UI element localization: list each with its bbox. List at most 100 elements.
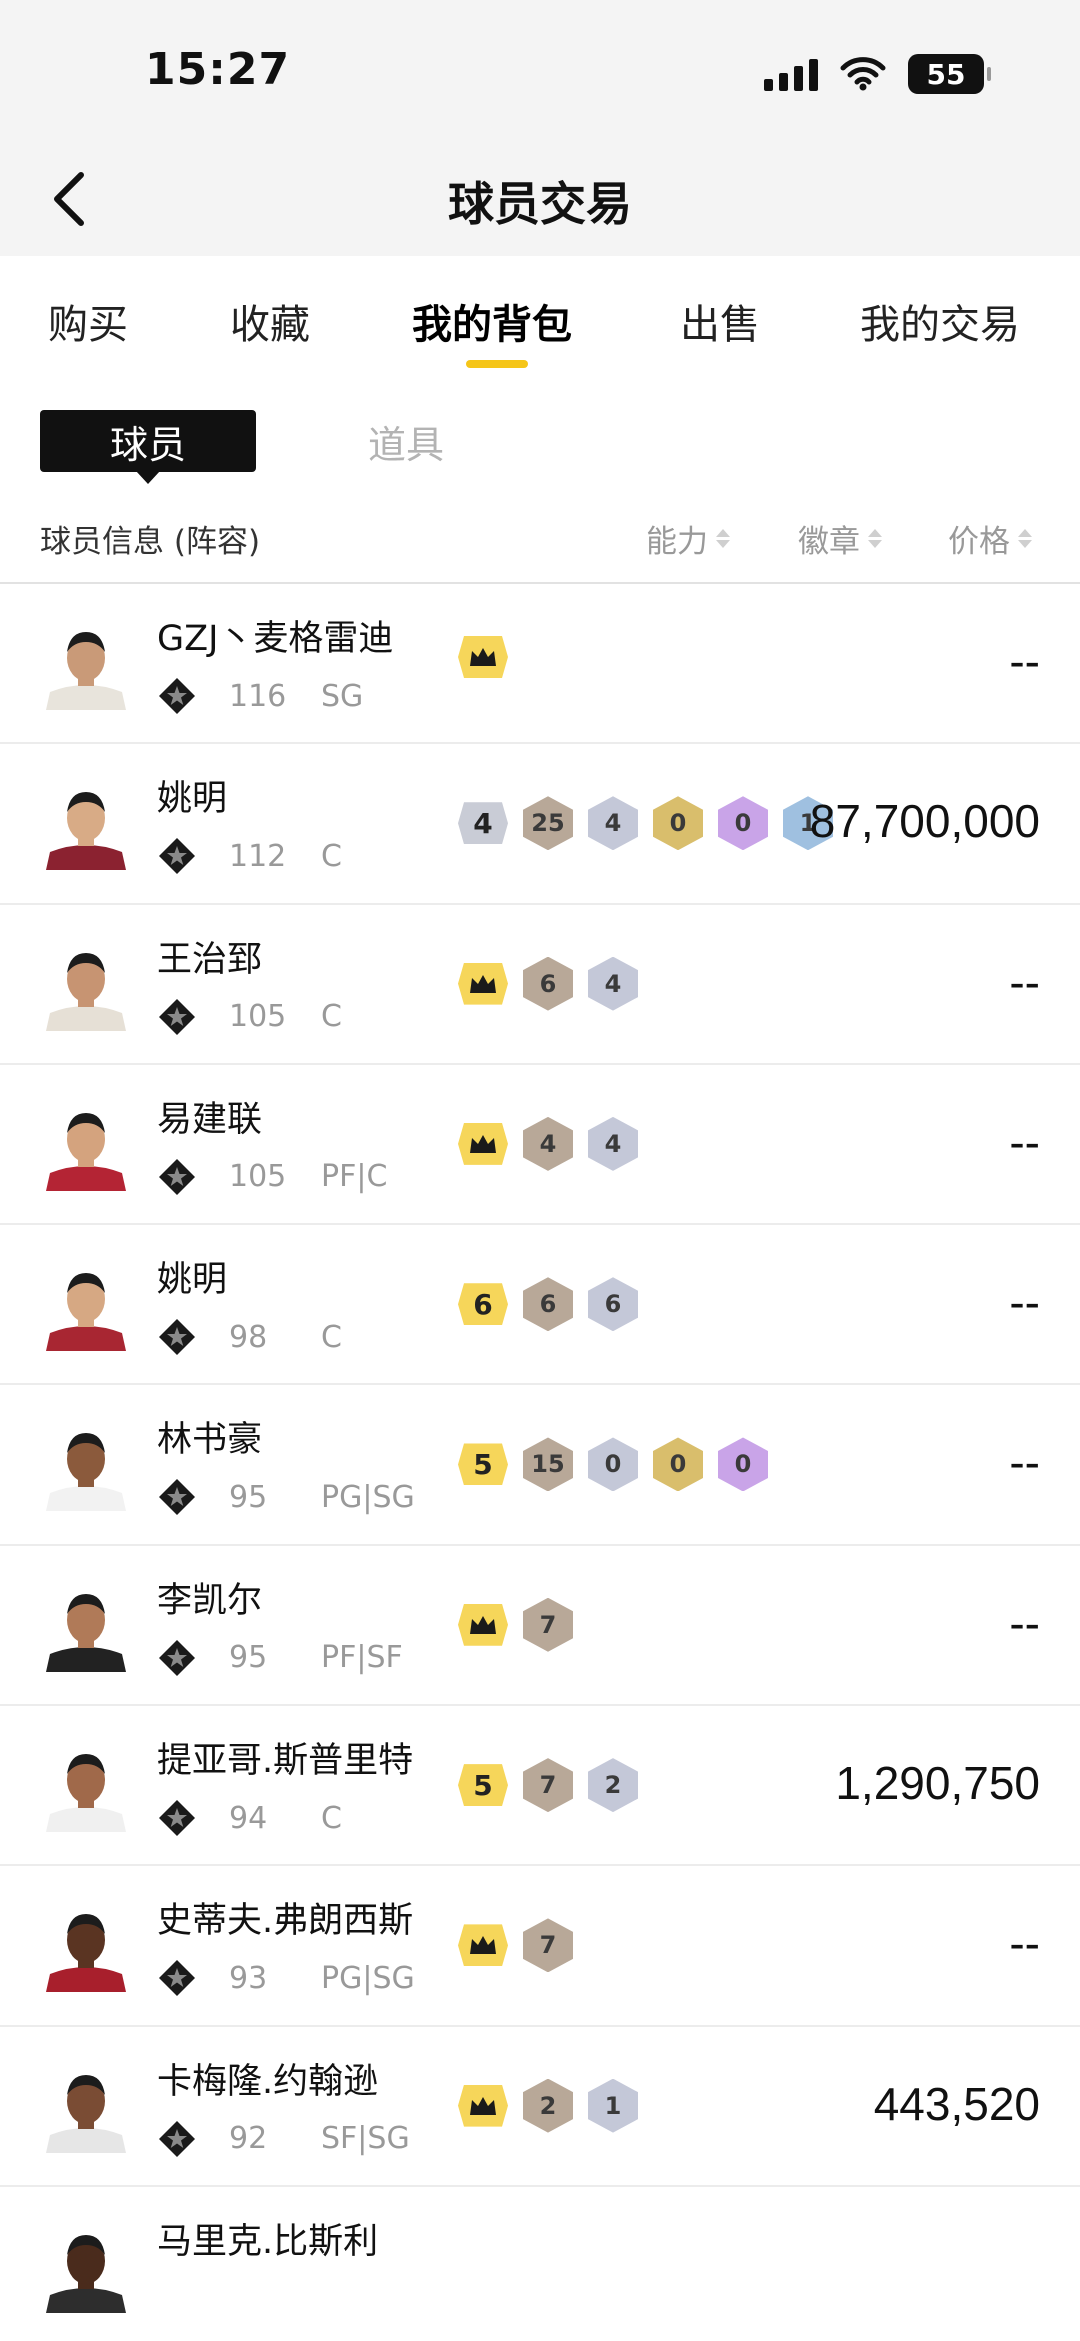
player-position: C xyxy=(321,1800,342,1836)
player-rating: 95 xyxy=(229,1479,268,1515)
player-name: 李凯尔 xyxy=(157,1580,263,1621)
sort-ability-button[interactable]: 能力 xyxy=(646,516,730,561)
sort-icon xyxy=(716,529,730,548)
list-header: 球员信息 (阵容) 能力 徽章 价格 xyxy=(0,500,1080,584)
page-title: 球员交易 xyxy=(448,177,632,231)
player-price: -- xyxy=(1009,1115,1040,1168)
badge-count: 4 xyxy=(588,1116,638,1171)
player-row[interactable]: 史蒂夫.弗朗西斯 93 PG|SG 7 -- xyxy=(0,1866,1080,2027)
player-badges: 64 xyxy=(458,956,638,1011)
badge-count: 6 xyxy=(523,956,573,1011)
badge-count: 6 xyxy=(523,1277,573,1332)
player-row[interactable]: GZJ丶麦格雷迪 116 SG -- xyxy=(0,584,1080,745)
player-name: 提亚哥.斯普里特 xyxy=(157,1741,414,1782)
column-player-info: 球员信息 (阵容) xyxy=(40,524,261,560)
rank-diamond-icon xyxy=(159,1479,195,1516)
player-position: SG xyxy=(321,678,364,714)
tab-favorites[interactable]: 收藏 xyxy=(230,292,310,350)
badge-count: 0 xyxy=(588,1437,638,1492)
player-row[interactable]: 易建联 105 PF|C 4 4 -- xyxy=(0,1065,1080,1226)
player-row[interactable]: 林书豪 95 PG|SG 5 15 0 0 0 -- xyxy=(0,1385,1080,1546)
rank-diamond-icon xyxy=(159,1319,195,1356)
tab-my-trades[interactable]: 我的交易 xyxy=(860,292,1020,350)
rank-diamond-icon xyxy=(159,1158,195,1195)
player-avatar xyxy=(40,778,132,871)
crown-level-icon xyxy=(458,1122,508,1165)
player-name: GZJ丶麦格雷迪 xyxy=(157,619,394,659)
badge-count: 2 xyxy=(588,1758,638,1813)
player-position: C xyxy=(321,1319,342,1355)
badge-count: 0 xyxy=(718,796,768,851)
active-tab-indicator xyxy=(466,360,528,368)
badge-count: 0 xyxy=(653,1437,703,1492)
sort-price-button[interactable]: 价格 xyxy=(948,516,1032,561)
status-icons: 55 xyxy=(764,54,991,94)
player-position: C xyxy=(321,838,342,874)
player-position: PF|SF xyxy=(321,1640,403,1676)
sort-badge-button[interactable]: 徽章 xyxy=(798,516,882,561)
tab-bar: 购买 收藏 我的背包 出售 我的交易 xyxy=(0,256,1080,386)
player-position: PG|SG xyxy=(321,1479,415,1515)
badge-count: 7 xyxy=(523,1758,573,1813)
player-name: 姚明 xyxy=(157,1260,228,1301)
player-meta: 105 PF|C xyxy=(157,1157,387,1197)
player-rating: 112 xyxy=(229,838,287,874)
player-badges: 7 xyxy=(458,1918,573,1973)
player-row[interactable]: 姚明 112 C 4 25 4 0 0 1 87,700,000 xyxy=(0,744,1080,905)
player-rating: 105 xyxy=(229,1159,287,1195)
player-price: 1,290,750 xyxy=(835,1757,1040,1810)
player-name: 林书豪 xyxy=(157,1420,263,1461)
badge-count: 6 xyxy=(588,1277,638,1332)
player-row[interactable]: 马里克.比斯利 xyxy=(0,2187,1080,2341)
player-badges: 572 xyxy=(458,1758,638,1813)
tab-buy[interactable]: 购买 xyxy=(48,292,128,350)
player-price: -- xyxy=(1009,1917,1040,1970)
wifi-icon xyxy=(840,57,886,91)
badge-count: 0 xyxy=(718,1437,768,1492)
player-avatar xyxy=(40,1098,132,1191)
rank-diamond-icon xyxy=(159,1800,195,1837)
player-position: PF|C xyxy=(321,1159,388,1195)
player-meta: 95 PG|SG xyxy=(157,1477,415,1517)
player-meta: 95 PF|SF xyxy=(157,1638,403,1678)
badge-count: 4 xyxy=(588,956,638,1011)
crown-level-icon xyxy=(458,962,508,1005)
rank-diamond-icon xyxy=(159,838,195,875)
rank-diamond-icon xyxy=(159,678,195,714)
player-meta: 93 PG|SG xyxy=(157,1958,415,1998)
player-avatar xyxy=(40,618,132,710)
level-badge: 6 xyxy=(458,1283,508,1326)
player-price: -- xyxy=(1009,635,1040,687)
player-row[interactable]: 卡梅隆.约翰逊 92 SF|SG 2 1 443,520 xyxy=(0,2027,1080,2187)
player-name: 马里克.比斯利 xyxy=(157,2221,379,2262)
sort-icon xyxy=(868,529,882,548)
tab-sell[interactable]: 出售 xyxy=(680,292,760,350)
player-row[interactable]: 李凯尔 95 PF|SF 7 -- xyxy=(0,1546,1080,1707)
player-row[interactable]: 提亚哥.斯普里特 94 C 5 7 2 1,290,750 xyxy=(0,1706,1080,1867)
level-badge: 4 xyxy=(458,802,508,845)
player-price: -- xyxy=(1009,1596,1040,1649)
player-avatar xyxy=(40,1259,132,1352)
level-badge: 5 xyxy=(458,1443,508,1486)
player-row[interactable]: 姚明 98 C 6 6 6 -- xyxy=(0,1225,1080,1386)
segment-items[interactable]: 道具 xyxy=(350,410,462,472)
player-name: 姚明 xyxy=(157,779,228,820)
player-position: PG|SG xyxy=(321,1960,415,1996)
column-price-label: 价格 xyxy=(948,524,1010,560)
tab-my-bag[interactable]: 我的背包 xyxy=(412,292,572,350)
player-name: 史蒂夫.弗朗西斯 xyxy=(157,1901,414,1942)
player-rating: 94 xyxy=(229,1800,268,1836)
player-price: 87,700,000 xyxy=(809,795,1040,848)
rank-diamond-icon xyxy=(159,1960,195,1997)
badge-count: 4 xyxy=(523,1116,573,1171)
rank-diamond-icon xyxy=(159,998,195,1035)
player-badges: 4 25 4 0 0 1 xyxy=(458,796,833,851)
player-price: -- xyxy=(1009,1276,1040,1329)
player-avatar xyxy=(40,1579,132,1672)
segment-players[interactable]: 球员 xyxy=(40,410,256,484)
player-rating: 92 xyxy=(229,2121,268,2157)
player-row[interactable]: 王治郅 105 C 6 4 -- xyxy=(0,905,1080,1065)
player-meta: 92 SF|SG xyxy=(157,2119,410,2159)
sort-icon xyxy=(1018,529,1032,548)
badge-count: 0 xyxy=(653,796,703,851)
